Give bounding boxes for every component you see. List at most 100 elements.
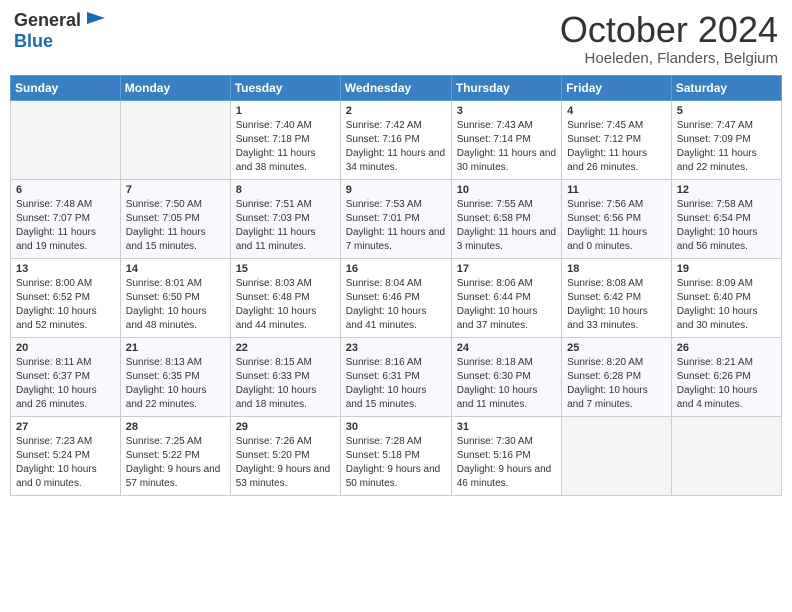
day-number: 25 <box>567 342 666 354</box>
day-number: 7 <box>126 184 225 196</box>
day-info: Sunrise: 7:43 AM Sunset: 7:14 PM Dayligh… <box>457 119 556 175</box>
day-info: Sunrise: 8:11 AM Sunset: 6:37 PM Dayligh… <box>16 356 115 412</box>
calendar-cell: 31 Sunrise: 7:30 AM Sunset: 5:16 PM Dayli… <box>451 416 561 495</box>
day-number: 12 <box>677 184 776 196</box>
day-info: Sunrise: 7:55 AM Sunset: 6:58 PM Dayligh… <box>457 198 556 254</box>
day-number: 17 <box>457 263 556 275</box>
calendar-cell: 8Sunrise: 7:51 AM Sunset: 7:03 PM Daylig… <box>230 179 340 258</box>
day-number: 21 <box>126 342 225 354</box>
day-info: Sunrise: 7:56 AM Sunset: 6:56 PM Dayligh… <box>567 198 666 254</box>
calendar-cell: 29 Sunrise: 7:26 AM Sunset: 5:20 PM Dayli… <box>230 416 340 495</box>
day-number: 30 <box>346 421 446 433</box>
weekday-header: Friday <box>562 75 672 100</box>
day-number: 18 <box>567 263 666 275</box>
calendar-cell: 25 Sunrise: 8:20 AM Sunset: 6:28 PM Dayli… <box>562 337 672 416</box>
day-number: 26 <box>677 342 776 354</box>
day-number: 14 <box>126 263 225 275</box>
day-info: Sunrise: 7:42 AM Sunset: 7:16 PM Dayligh… <box>346 119 446 175</box>
calendar-cell: 21Sunrise: 8:13 AM Sunset: 6:35 PM Dayli… <box>120 337 230 416</box>
weekday-header-row: SundayMondayTuesdayWednesdayThursdayFrid… <box>11 75 782 100</box>
day-info: Sunrise: 8:09 AM Sunset: 6:40 PM Dayligh… <box>677 277 776 333</box>
location: Hoeleden, Flanders, Belgium <box>560 50 778 67</box>
calendar-cell: 6 Sunrise: 7:48 AM Sunset: 7:07 PM Daylig… <box>11 179 121 258</box>
calendar-cell: 30 Sunrise: 7:28 AM Sunset: 5:18 PM Dayli… <box>340 416 451 495</box>
day-info: Sunrise: 8:08 AM Sunset: 6:42 PM Dayligh… <box>567 277 666 333</box>
calendar-cell: 3 Sunrise: 7:43 AM Sunset: 7:14 PM Daylig… <box>451 100 561 179</box>
day-info: Sunrise: 8:21 AM Sunset: 6:26 PM Dayligh… <box>677 356 776 412</box>
day-number: 4 <box>567 105 666 117</box>
weekday-header: Thursday <box>451 75 561 100</box>
day-number: 13 <box>16 263 115 275</box>
day-number: 3 <box>457 105 556 117</box>
day-info: Sunrise: 7:23 AM Sunset: 5:24 PM Dayligh… <box>16 435 115 491</box>
weekday-header: Wednesday <box>340 75 451 100</box>
day-info: Sunrise: 7:47 AM Sunset: 7:09 PM Dayligh… <box>677 119 776 175</box>
page-header: General Blue October 2024 Hoeleden, Flan… <box>10 10 782 67</box>
weekday-header: Sunday <box>11 75 121 100</box>
title-block: October 2024 Hoeleden, Flanders, Belgium <box>560 10 778 67</box>
weekday-header: Monday <box>120 75 230 100</box>
day-info: Sunrise: 7:26 AM Sunset: 5:20 PM Dayligh… <box>236 435 335 491</box>
calendar-week-row: 6 Sunrise: 7:48 AM Sunset: 7:07 PM Daylig… <box>11 179 782 258</box>
calendar-week-row: 1Sunrise: 7:40 AM Sunset: 7:18 PM Daylig… <box>11 100 782 179</box>
day-number: 11 <box>567 184 666 196</box>
calendar-cell: 16Sunrise: 8:04 AM Sunset: 6:46 PM Dayli… <box>340 258 451 337</box>
calendar-cell: 17 Sunrise: 8:06 AM Sunset: 6:44 PM Dayli… <box>451 258 561 337</box>
calendar-cell: 20 Sunrise: 8:11 AM Sunset: 6:37 PM Dayli… <box>11 337 121 416</box>
calendar-cell: 22 Sunrise: 8:15 AM Sunset: 6:33 PM Dayli… <box>230 337 340 416</box>
day-info: Sunrise: 8:06 AM Sunset: 6:44 PM Dayligh… <box>457 277 556 333</box>
day-info: Sunrise: 8:00 AM Sunset: 6:52 PM Dayligh… <box>16 277 115 333</box>
day-number: 22 <box>236 342 335 354</box>
calendar-cell: 23 Sunrise: 8:16 AM Sunset: 6:31 PM Dayli… <box>340 337 451 416</box>
day-number: 27 <box>16 421 115 433</box>
calendar-cell: 24 Sunrise: 8:18 AM Sunset: 6:30 PM Dayli… <box>451 337 561 416</box>
day-info: Sunrise: 8:03 AM Sunset: 6:48 PM Dayligh… <box>236 277 335 333</box>
day-info: Sunrise: 8:16 AM Sunset: 6:31 PM Dayligh… <box>346 356 446 412</box>
day-number: 28 <box>126 421 225 433</box>
day-info: Sunrise: 7:30 AM Sunset: 5:16 PM Dayligh… <box>457 435 556 491</box>
calendar-cell: 9Sunrise: 7:53 AM Sunset: 7:01 PM Daylig… <box>340 179 451 258</box>
calendar-cell: 10 Sunrise: 7:55 AM Sunset: 6:58 PM Dayli… <box>451 179 561 258</box>
calendar-cell <box>671 416 781 495</box>
logo-general-text: General <box>14 11 81 31</box>
weekday-header: Saturday <box>671 75 781 100</box>
calendar-cell: 5 Sunrise: 7:47 AM Sunset: 7:09 PM Daylig… <box>671 100 781 179</box>
day-number: 8 <box>236 184 335 196</box>
calendar-cell: 11 Sunrise: 7:56 AM Sunset: 6:56 PM Dayli… <box>562 179 672 258</box>
calendar-cell: 1Sunrise: 7:40 AM Sunset: 7:18 PM Daylig… <box>230 100 340 179</box>
day-info: Sunrise: 8:18 AM Sunset: 6:30 PM Dayligh… <box>457 356 556 412</box>
day-number: 2 <box>346 105 446 117</box>
day-number: 10 <box>457 184 556 196</box>
calendar-cell: 26 Sunrise: 8:21 AM Sunset: 6:26 PM Dayli… <box>671 337 781 416</box>
weekday-header: Tuesday <box>230 75 340 100</box>
day-info: Sunrise: 7:48 AM Sunset: 7:07 PM Dayligh… <box>16 198 115 254</box>
calendar-cell: 28 Sunrise: 7:25 AM Sunset: 5:22 PM Dayli… <box>120 416 230 495</box>
day-number: 31 <box>457 421 556 433</box>
day-number: 24 <box>457 342 556 354</box>
calendar-cell: 27 Sunrise: 7:23 AM Sunset: 5:24 PM Dayli… <box>11 416 121 495</box>
calendar-cell: 18 Sunrise: 8:08 AM Sunset: 6:42 PM Dayli… <box>562 258 672 337</box>
calendar-cell <box>120 100 230 179</box>
day-info: Sunrise: 8:20 AM Sunset: 6:28 PM Dayligh… <box>567 356 666 412</box>
day-number: 29 <box>236 421 335 433</box>
calendar-cell <box>11 100 121 179</box>
day-number: 20 <box>16 342 115 354</box>
day-number: 5 <box>677 105 776 117</box>
day-info: Sunrise: 7:25 AM Sunset: 5:22 PM Dayligh… <box>126 435 225 491</box>
calendar-cell <box>562 416 672 495</box>
logo-blue-text: Blue <box>14 31 53 51</box>
calendar-table: SundayMondayTuesdayWednesdayThursdayFrid… <box>10 75 782 496</box>
calendar-cell: 19 Sunrise: 8:09 AM Sunset: 6:40 PM Dayli… <box>671 258 781 337</box>
day-number: 6 <box>16 184 115 196</box>
day-info: Sunrise: 7:28 AM Sunset: 5:18 PM Dayligh… <box>346 435 446 491</box>
day-number: 9 <box>346 184 446 196</box>
day-number: 19 <box>677 263 776 275</box>
calendar-cell: 15Sunrise: 8:03 AM Sunset: 6:48 PM Dayli… <box>230 258 340 337</box>
calendar-cell: 4Sunrise: 7:45 AM Sunset: 7:12 PM Daylig… <box>562 100 672 179</box>
day-info: Sunrise: 8:15 AM Sunset: 6:33 PM Dayligh… <box>236 356 335 412</box>
calendar-week-row: 13 Sunrise: 8:00 AM Sunset: 6:52 PM Dayli… <box>11 258 782 337</box>
day-info: Sunrise: 8:01 AM Sunset: 6:50 PM Dayligh… <box>126 277 225 333</box>
day-number: 1 <box>236 105 335 117</box>
day-number: 23 <box>346 342 446 354</box>
day-number: 16 <box>346 263 446 275</box>
